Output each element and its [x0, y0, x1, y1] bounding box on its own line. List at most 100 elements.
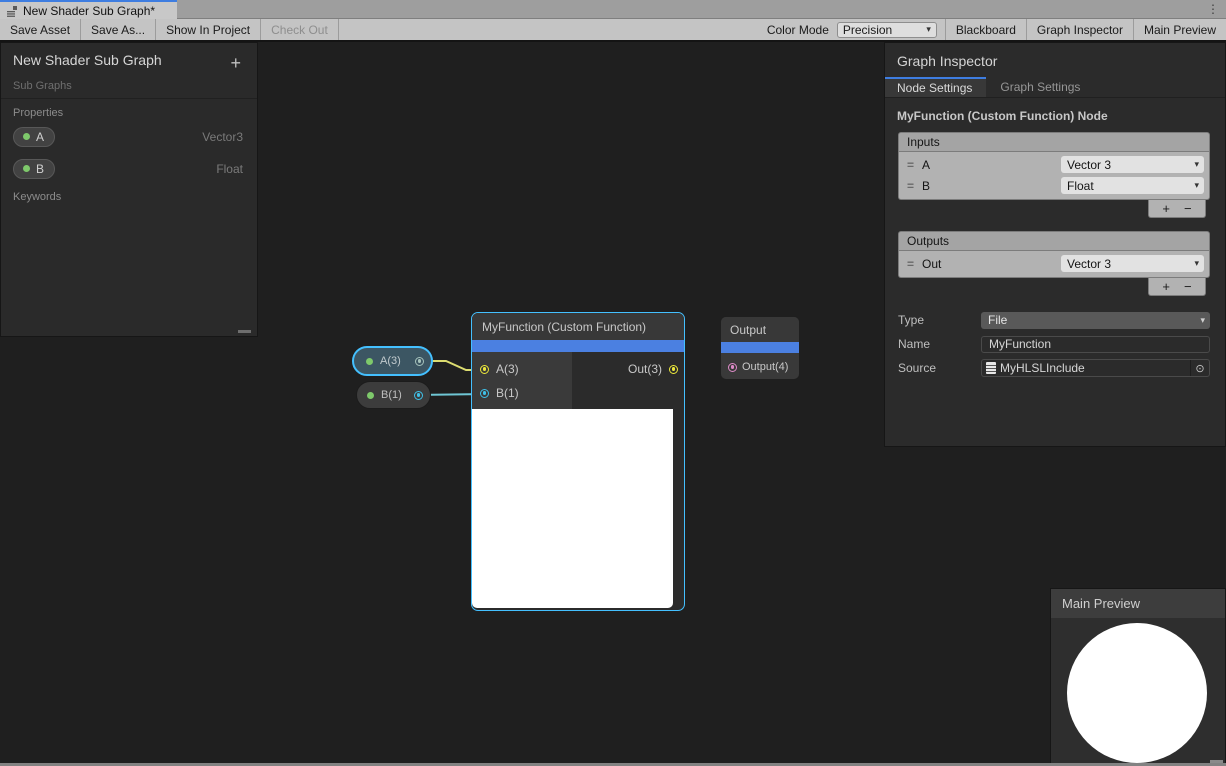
outputs-list-footer: + −: [1148, 278, 1206, 296]
output-name: Out: [922, 257, 941, 271]
property-node-b[interactable]: B(1): [356, 381, 431, 409]
property-dot-icon: [23, 165, 30, 172]
drag-handle-icon[interactable]: =: [907, 158, 914, 172]
document-tab[interactable]: New Shader Sub Graph*: [0, 0, 177, 19]
property-node-a[interactable]: A(3): [352, 346, 433, 376]
property-b-output-port[interactable]: [414, 391, 423, 400]
input-name: A: [922, 158, 930, 172]
custom-function-node[interactable]: MyFunction (Custom Function) A(3) B(1) O…: [471, 312, 685, 611]
outputs-list-body: = Out Vector 3 ▾: [898, 251, 1210, 278]
object-picker-icon[interactable]: ⊙: [1190, 360, 1209, 376]
save-as-button[interactable]: Save As...: [81, 19, 156, 40]
input-type-value: Float: [1067, 179, 1094, 193]
type-field-row: Type File ▾: [898, 308, 1210, 332]
graph-inspector-toggle-button[interactable]: Graph Inspector: [1026, 19, 1133, 40]
input-type-value: Vector 3: [1067, 158, 1111, 172]
blackboard-title: New Shader Sub Graph: [13, 52, 226, 68]
name-field-row: Name MyFunction: [898, 332, 1210, 356]
color-mode-value: Precision: [843, 23, 892, 37]
main-preview-body: [1051, 618, 1225, 766]
type-dropdown[interactable]: File ▾: [981, 312, 1210, 329]
file-icon: [986, 362, 996, 374]
property-dot-icon: [367, 392, 374, 399]
remove-input-button[interactable]: −: [1184, 202, 1192, 216]
add-property-button[interactable]: +: [226, 52, 245, 74]
output-type-value: Vector 3: [1067, 257, 1111, 271]
node-output-column: Out(3): [572, 352, 684, 409]
type-label: Type: [898, 313, 981, 327]
inputs-row-b: = B Float ▾: [899, 175, 1209, 196]
add-input-button[interactable]: +: [1162, 202, 1170, 216]
chevron-down-icon: ▾: [1194, 180, 1199, 191]
drag-handle-icon[interactable]: =: [907, 257, 914, 271]
inputs-row-a: = A Vector 3 ▾: [899, 154, 1209, 175]
output-input-row: Output(4): [721, 353, 799, 380]
window-menu-icon[interactable]: ⋮: [1207, 1, 1219, 18]
property-dot-icon: [366, 358, 373, 365]
blackboard-property-b[interactable]: B: [13, 159, 55, 179]
property-row-a: A Vector3: [13, 122, 245, 151]
output-node-port[interactable]: [728, 363, 737, 372]
main-preview-title: Main Preview: [1051, 589, 1225, 618]
source-object-field[interactable]: MyHLSLInclude ⊙: [981, 359, 1210, 377]
chevron-down-icon: ▾: [926, 24, 931, 35]
node-title: Output: [721, 317, 799, 342]
source-field-row: Source MyHLSLInclude ⊙: [898, 356, 1210, 380]
graph-inspector-title: Graph Inspector: [885, 43, 1225, 77]
type-value: File: [988, 313, 1007, 327]
node-port-area: A(3) B(1) Out(3): [472, 352, 684, 409]
outputs-list: Outputs = Out Vector 3 ▾ + −: [898, 231, 1210, 296]
color-mode-dropdown[interactable]: Precision ▾: [837, 22, 937, 38]
document-tab-bar: New Shader Sub Graph* ⋮: [0, 0, 1226, 19]
remove-output-button[interactable]: −: [1184, 280, 1192, 294]
property-name: B: [36, 162, 44, 176]
properties-section-label: Properties: [13, 107, 245, 119]
property-type: Float: [216, 162, 245, 176]
blackboard-header: New Shader Sub Graph + Sub Graphs: [1, 43, 257, 98]
shader-graph-icon: [6, 5, 18, 17]
output-row-out: Out(3): [572, 357, 684, 381]
property-row-b: B Float: [13, 154, 245, 183]
save-asset-button[interactable]: Save Asset: [0, 19, 81, 40]
blackboard-toggle-button[interactable]: Blackboard: [945, 19, 1026, 40]
drag-handle-icon[interactable]: =: [907, 179, 914, 193]
name-label: Name: [898, 337, 981, 351]
blackboard-resize-handle[interactable]: [238, 330, 251, 333]
graph-inspector-panel: Graph Inspector Node Settings Graph Sett…: [884, 42, 1226, 447]
property-node-label: B(1): [381, 389, 402, 401]
blackboard-property-a[interactable]: A: [13, 127, 55, 147]
input-port-a[interactable]: [480, 365, 489, 374]
tab-node-settings[interactable]: Node Settings: [885, 77, 986, 97]
blackboard-subtitle: Sub Graphs: [13, 80, 245, 92]
output-port-out[interactable]: [669, 365, 678, 374]
output-node[interactable]: Output Output(4): [720, 316, 800, 380]
property-node-label: A(3): [380, 355, 401, 367]
keywords-section-label: Keywords: [13, 191, 245, 203]
precision-color-bar: [721, 342, 799, 353]
add-output-button[interactable]: +: [1162, 280, 1170, 294]
inputs-list-body: = A Vector 3 ▾ = B Float ▾: [898, 152, 1210, 200]
input-type-dropdown-a[interactable]: Vector 3 ▾: [1061, 156, 1204, 173]
blackboard-body: Properties A Vector3 B Float Keywords: [1, 98, 257, 211]
source-value: MyHLSLInclude: [1000, 361, 1085, 375]
property-a-output-port[interactable]: [415, 357, 424, 366]
inputs-list: Inputs = A Vector 3 ▾ = B Float ▾: [898, 132, 1210, 218]
input-type-dropdown-b[interactable]: Float ▾: [1061, 177, 1204, 194]
output-label-out: Out(3): [628, 362, 662, 376]
shader-graph-window: New Shader Sub Graph* ⋮ Save Asset Save …: [0, 0, 1226, 766]
output-type-dropdown[interactable]: Vector 3 ▾: [1061, 255, 1204, 272]
node-preview: [472, 409, 673, 608]
color-mode-label: Color Mode: [759, 23, 837, 37]
tab-graph-settings[interactable]: Graph Settings: [986, 77, 1094, 97]
preview-sphere: [1067, 623, 1207, 763]
input-port-b[interactable]: [480, 389, 489, 398]
shader-graph-toolbar: Save Asset Save As... Show In Project Ch…: [0, 19, 1226, 40]
precision-color-bar: [472, 340, 684, 352]
function-fields: Type File ▾ Name MyFunction Source MyHLS…: [898, 308, 1210, 380]
main-preview-toggle-button[interactable]: Main Preview: [1133, 19, 1226, 40]
chevron-down-icon: ▾: [1200, 315, 1205, 326]
show-in-project-button[interactable]: Show In Project: [156, 19, 261, 40]
input-name: B: [922, 179, 930, 193]
name-field[interactable]: MyFunction: [981, 336, 1210, 353]
chevron-down-icon: ▾: [1194, 159, 1199, 170]
